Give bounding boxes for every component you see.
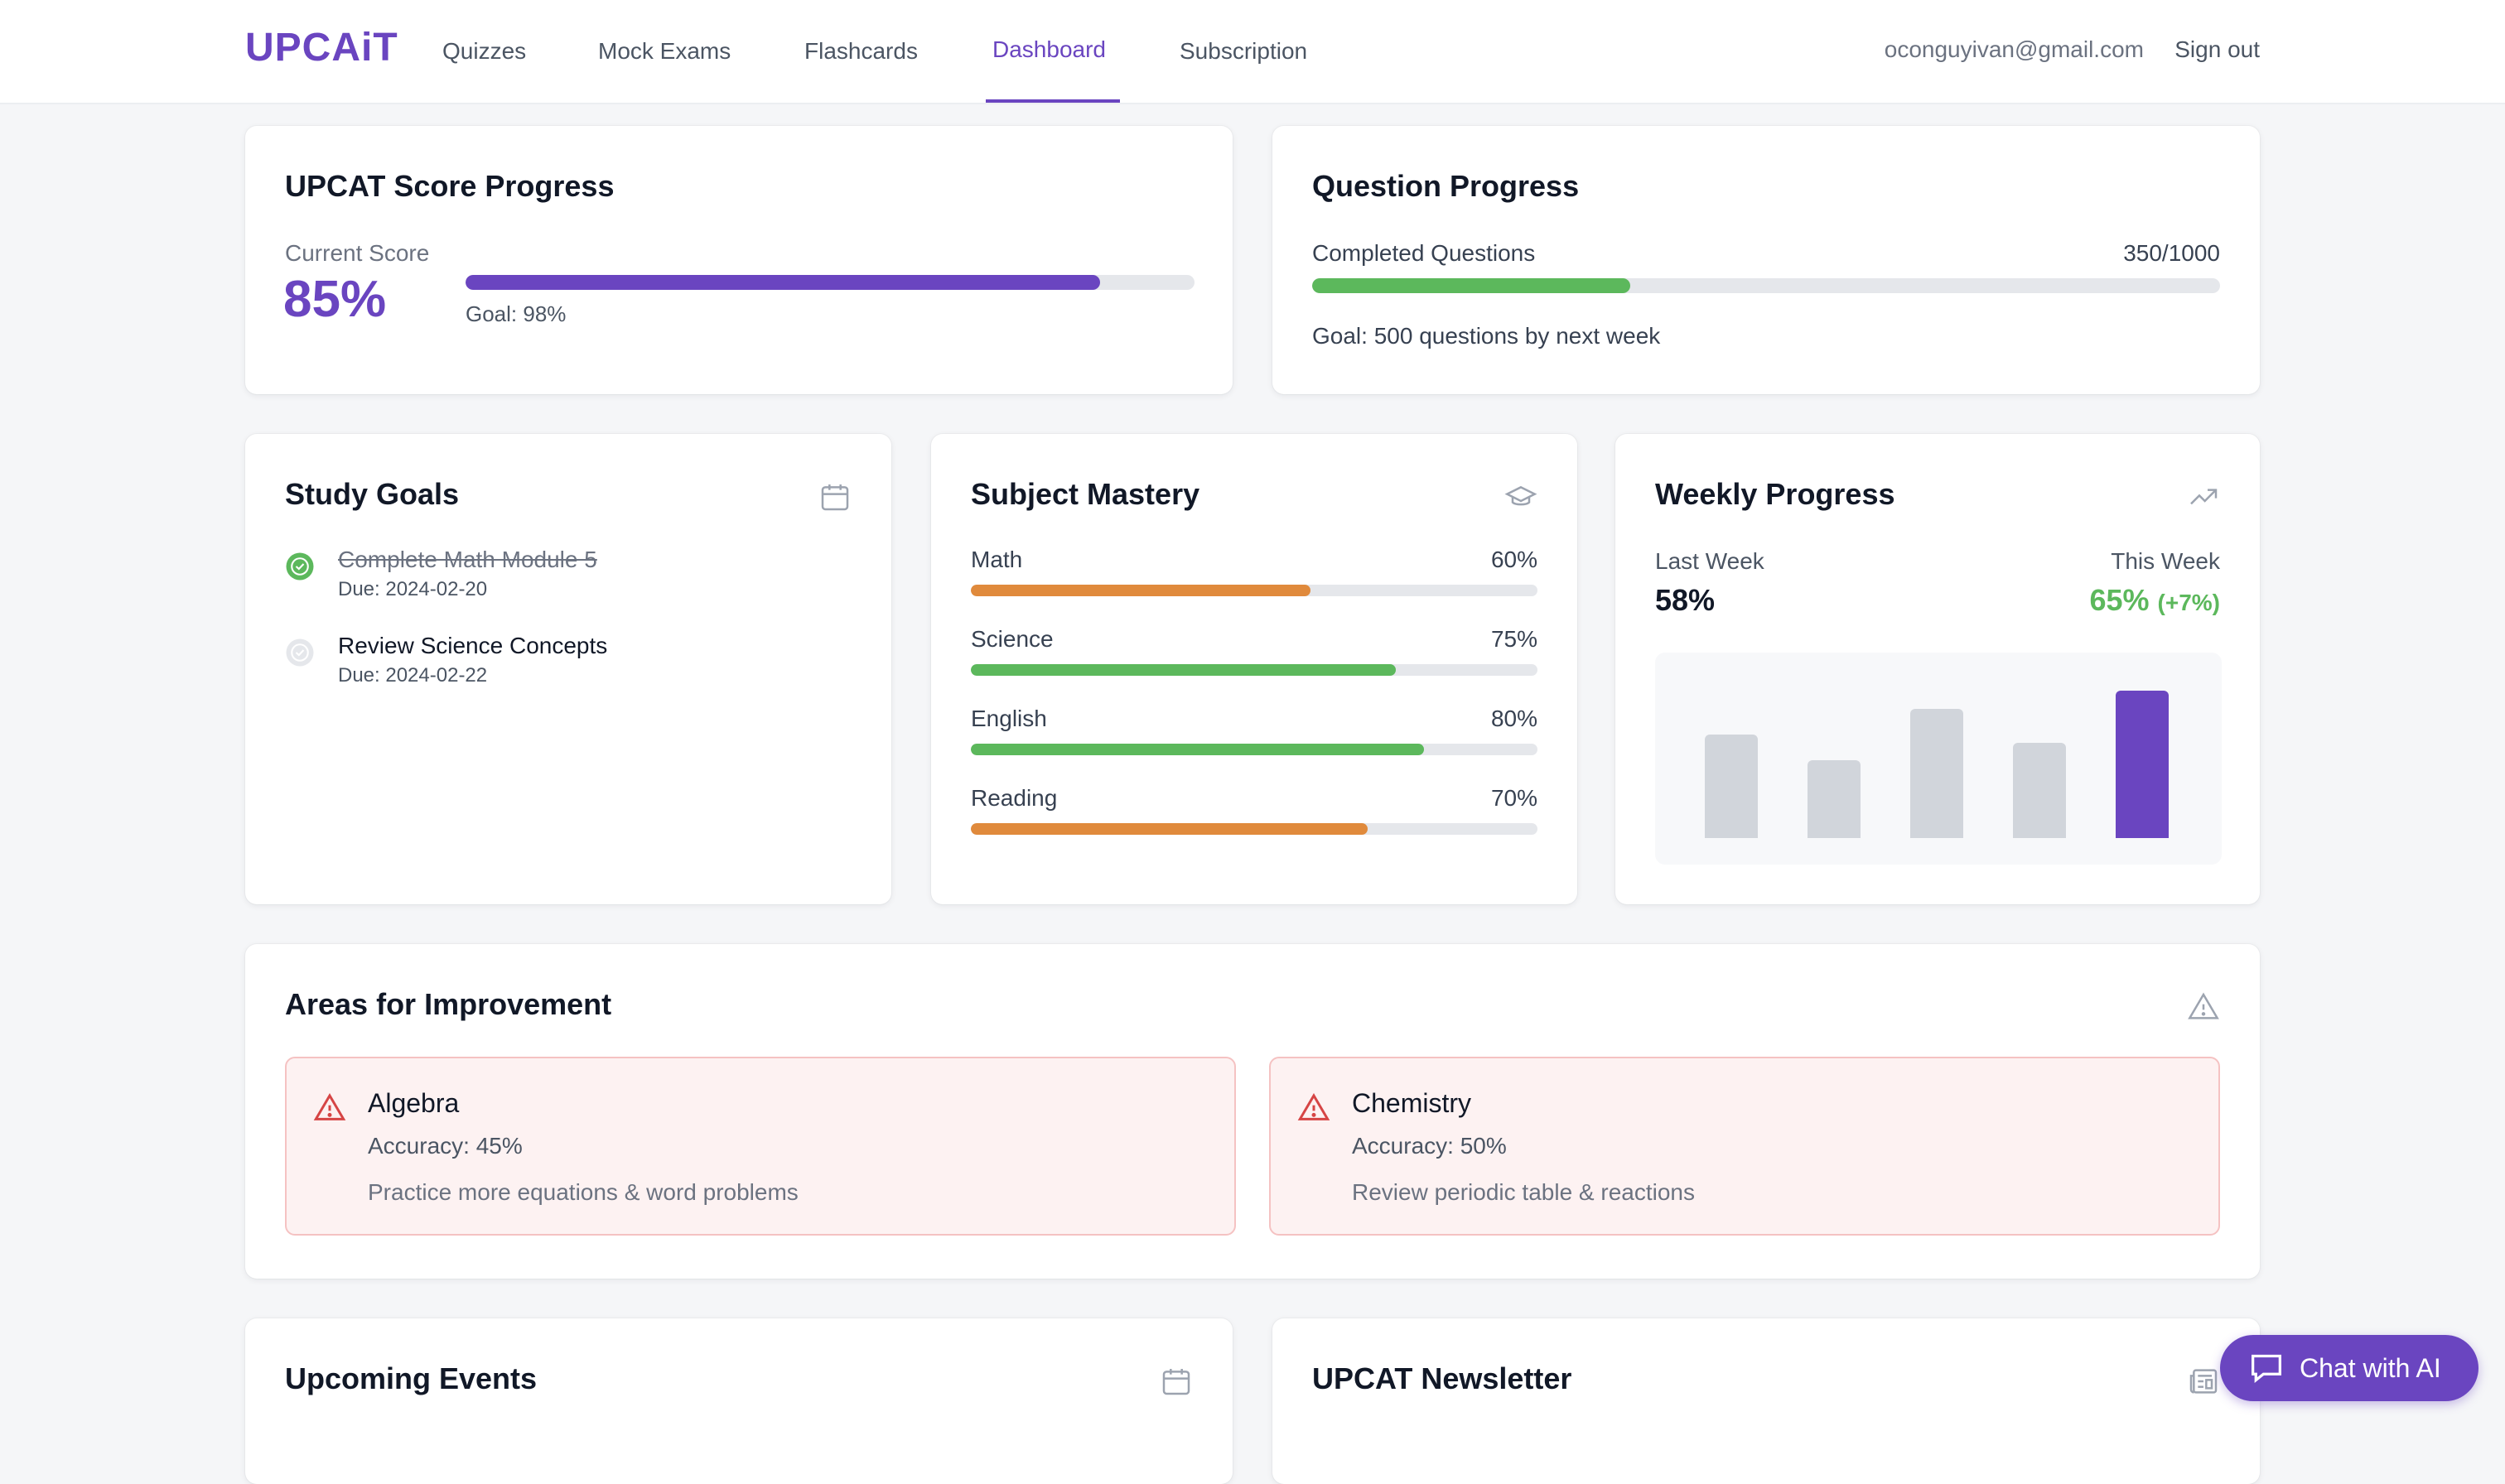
subject-row-english: English 80% bbox=[971, 706, 1537, 755]
chat-with-ai-button[interactable]: Chat with AI bbox=[2220, 1335, 2478, 1401]
newspaper-icon bbox=[2189, 1369, 2218, 1394]
subject-progress-fill bbox=[971, 664, 1396, 676]
calendar-icon bbox=[821, 484, 849, 511]
question-progress-fill bbox=[1312, 278, 1630, 293]
study-goals-card: Study Goals Complete Math Module 5 Due: … bbox=[245, 434, 891, 904]
weekly-bar bbox=[1808, 760, 1861, 838]
improvement-tip: Practice more equations & word problems bbox=[368, 1179, 799, 1205]
this-week-value: 65% bbox=[2089, 583, 2150, 617]
subject-progress-fill bbox=[971, 744, 1425, 755]
calendar-icon bbox=[1162, 1369, 1190, 1395]
weekly-bar bbox=[2116, 691, 2169, 838]
user-email: oconguyivan@gmail.com bbox=[1884, 36, 2144, 62]
question-goal: Goal: 500 questions by next week bbox=[1312, 323, 1661, 349]
completed-questions-count: 350/1000 bbox=[2123, 240, 2220, 266]
improvement-subject: Algebra bbox=[368, 1088, 460, 1118]
last-week-label: Last Week bbox=[1655, 548, 1764, 574]
question-progress-card: Question Progress Completed Questions 35… bbox=[1272, 126, 2260, 394]
subject-progress-bar bbox=[971, 744, 1537, 755]
this-week-delta: (+7%) bbox=[2157, 590, 2220, 615]
goal-text: Review Science Concepts bbox=[338, 633, 608, 658]
subject-progress-bar bbox=[971, 664, 1537, 676]
subject-name: Math bbox=[971, 547, 1023, 572]
goal-due-date: Due: 2024-02-20 bbox=[338, 578, 488, 600]
last-week-value: 58% bbox=[1655, 583, 1716, 617]
subject-percent: 70% bbox=[1490, 785, 1537, 811]
weekly-progress-card: Weekly Progress Last Week 58% This Week … bbox=[1615, 434, 2260, 904]
trending-up-icon bbox=[2190, 489, 2218, 505]
nav-link-subscription[interactable]: Subscription bbox=[1180, 38, 1307, 65]
improvement-tip: Review periodic table & reactions bbox=[1352, 1179, 1695, 1205]
weekly-bar bbox=[1705, 735, 1758, 838]
goal-text: Complete Math Module 5 bbox=[338, 547, 597, 572]
card-title: Upcoming Events bbox=[285, 1361, 538, 1395]
check-circle-icon[interactable] bbox=[285, 552, 315, 581]
subject-percent: 60% bbox=[1490, 547, 1537, 572]
subject-mastery-card: Subject Mastery Math 60% Science 75% Eng… bbox=[931, 434, 1577, 904]
card-title: Subject Mastery bbox=[971, 477, 1200, 511]
current-score-label: Current Score bbox=[285, 240, 430, 266]
graduation-cap-icon bbox=[1504, 485, 1537, 506]
subject-name: Science bbox=[971, 626, 1054, 652]
subject-percent: 75% bbox=[1490, 626, 1537, 652]
warning-icon bbox=[2188, 992, 2219, 1019]
subject-progress-fill bbox=[971, 823, 1368, 835]
nav-link-mock-exams[interactable]: Mock Exams bbox=[598, 38, 731, 65]
areas-for-improvement-card: Areas for Improvement Algebra Accuracy: … bbox=[245, 944, 2260, 1279]
card-title: Question Progress bbox=[1312, 169, 1580, 203]
weekly-bar bbox=[1910, 709, 1963, 838]
chat-with-ai-label: Chat with AI bbox=[2300, 1353, 2441, 1383]
score-progress-fill bbox=[466, 275, 1100, 290]
card-title: Weekly Progress bbox=[1655, 477, 1895, 511]
brand-logo[interactable]: UPCAiT bbox=[245, 25, 398, 70]
active-tab-indicator bbox=[986, 99, 1120, 103]
this-week-value-group: 65% (+7%) bbox=[2089, 583, 2220, 618]
card-title: Areas for Improvement bbox=[285, 987, 612, 1021]
completed-questions-label: Completed Questions bbox=[1312, 240, 1536, 266]
nav-link-flashcards[interactable]: Flashcards bbox=[804, 38, 918, 65]
subject-percent: 80% bbox=[1490, 706, 1537, 731]
subject-row-reading: Reading 70% bbox=[971, 785, 1537, 835]
this-week-label: This Week bbox=[2111, 548, 2220, 574]
sign-out-button[interactable]: Sign out bbox=[2174, 36, 2260, 63]
improvement-subject: Chemistry bbox=[1352, 1088, 1472, 1118]
card-title: UPCAT Score Progress bbox=[285, 169, 615, 203]
score-progress-bar bbox=[466, 275, 1195, 290]
weekly-bar bbox=[2013, 743, 2066, 838]
subject-progress-fill bbox=[971, 585, 1311, 596]
subject-progress-bar bbox=[971, 823, 1537, 835]
subject-row-math: Math 60% bbox=[971, 547, 1537, 596]
alert-triangle-icon bbox=[313, 1093, 346, 1120]
score-progress-card: UPCAT Score Progress Current Score 85% G… bbox=[245, 126, 1233, 394]
pending-circle-icon[interactable] bbox=[285, 638, 315, 667]
subject-name: Reading bbox=[971, 785, 1058, 811]
subject-progress-bar bbox=[971, 585, 1537, 596]
subject-name: English bbox=[971, 706, 1047, 731]
score-goal: Goal: 98% bbox=[466, 301, 567, 326]
question-progress-bar bbox=[1312, 278, 2220, 293]
newsletter-card: UPCAT Newsletter bbox=[1272, 1318, 2260, 1484]
chat-bubble-icon bbox=[2252, 1354, 2281, 1383]
nav-link-dashboard[interactable]: Dashboard bbox=[992, 36, 1106, 63]
current-score-value: 85% bbox=[283, 271, 387, 328]
upcoming-events-card: Upcoming Events bbox=[245, 1318, 1233, 1484]
card-title: UPCAT Newsletter bbox=[1312, 1361, 1572, 1395]
weekly-bar-chart bbox=[1655, 653, 2222, 865]
top-navbar: UPCAiT Quizzes Mock Exams Flashcards Das… bbox=[0, 0, 2505, 104]
improvement-item-algebra[interactable]: Algebra Accuracy: 45% Practice more equa… bbox=[285, 1057, 1236, 1236]
improvement-accuracy: Accuracy: 50% bbox=[1352, 1133, 1507, 1159]
alert-triangle-icon bbox=[1297, 1093, 1330, 1120]
nav-link-quizzes[interactable]: Quizzes bbox=[442, 38, 526, 65]
card-title: Study Goals bbox=[285, 477, 460, 511]
improvement-accuracy: Accuracy: 45% bbox=[368, 1133, 523, 1159]
improvement-item-chemistry[interactable]: Chemistry Accuracy: 50% Review periodic … bbox=[1269, 1057, 2220, 1236]
subject-row-science: Science 75% bbox=[971, 626, 1537, 676]
goal-due-date: Due: 2024-02-22 bbox=[338, 664, 488, 687]
